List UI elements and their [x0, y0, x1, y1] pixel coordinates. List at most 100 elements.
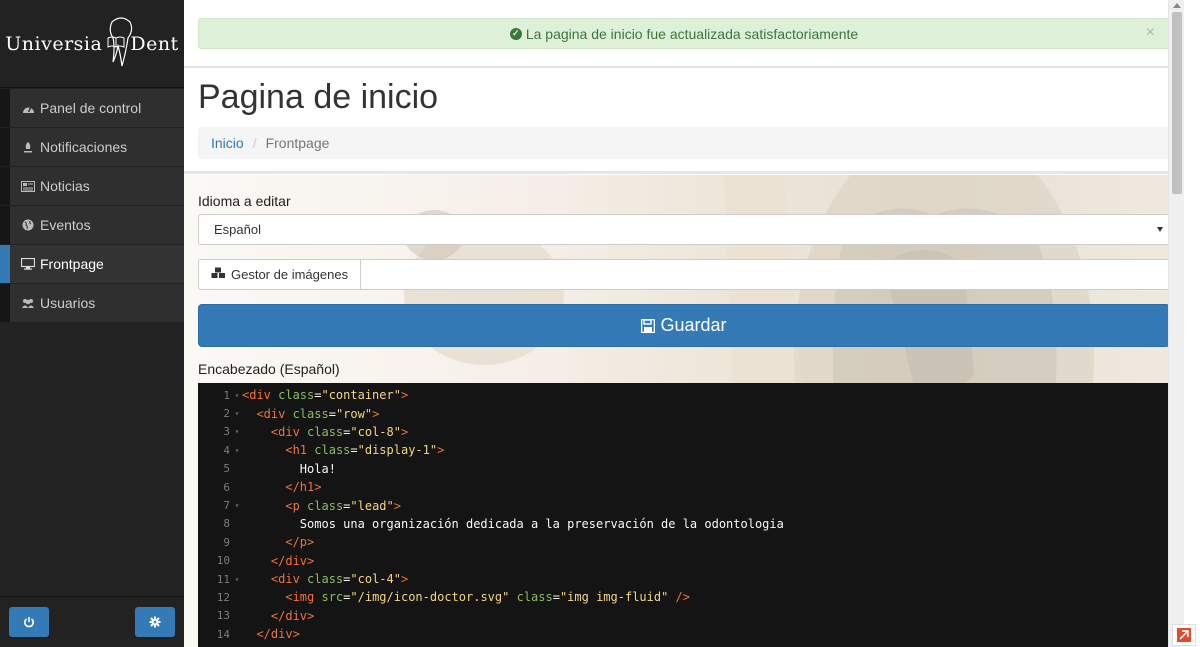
code-line[interactable]: 1 ▾ <div class="container"> — [198, 386, 1170, 404]
code-line[interactable]: 13 </div> — [198, 607, 1170, 625]
success-alert: ✓ La pagina de inicio fue actualizada sa… — [198, 18, 1170, 49]
sidebar-item-label: Noticias — [40, 178, 90, 194]
brand-logo[interactable]: Universia Dent — [0, 0, 184, 88]
fold-arrow-icon[interactable]: ▾ — [232, 575, 242, 584]
sidebar: Universia Dent Panel de control Notifica… — [0, 0, 184, 647]
code-editor[interactable]: 1 ▾ <div class="container"> 2 ▾ <div class="… — [198, 383, 1170, 647]
logo-wordmark: Universia Dent — [5, 33, 178, 55]
code-content: Hola! — [242, 462, 336, 476]
sidebar-item-panel-de-control[interactable]: Panel de control — [0, 89, 184, 127]
breadcrumb-home-link[interactable]: Inicio — [211, 135, 244, 151]
fold-arrow-icon[interactable]: ▾ — [232, 501, 242, 510]
image-manager-button[interactable]: Gestor de imágenes — [198, 259, 362, 290]
code-token: </div> — [270, 553, 315, 568]
code-token: > — [400, 572, 409, 587]
fold-arrow-icon[interactable]: ▾ — [232, 427, 242, 436]
code-line[interactable]: 11 ▾ <div class="col-4"> — [198, 570, 1170, 588]
code-line[interactable]: 7 ▾ <p class="lead"> — [198, 496, 1170, 514]
code-token: Somos una organización dedicada a la pre… — [299, 516, 784, 531]
line-number: 8 — [223, 517, 230, 531]
code-content: <h1 class="display-1"> — [242, 443, 444, 457]
browser-extension-icon[interactable] — [1172, 624, 1196, 646]
breadcrumb-current: Frontpage — [265, 135, 330, 151]
logo-text-right: Dent — [130, 32, 179, 55]
vertical-scrollbar[interactable] — [1168, 0, 1184, 647]
code-line[interactable]: 2 ▾ <div class="row"> — [198, 404, 1170, 422]
code-line[interactable]: 10 </div> — [198, 552, 1170, 570]
code-content: <img src="/img/icon-doctor.svg" class="i… — [242, 590, 690, 604]
code-token: "display-1" — [357, 443, 438, 458]
code-token: </p> — [285, 535, 315, 550]
code-token: <div — [242, 388, 279, 403]
code-line[interactable]: 6 </h1> — [198, 478, 1170, 496]
bell-icon — [20, 141, 36, 154]
code-token: <div — [256, 406, 293, 421]
sidebar-item-usuarios[interactable]: Usuarios — [0, 284, 184, 322]
code-token: = — [350, 443, 358, 458]
code-line[interactable]: 5 Hola! — [198, 460, 1170, 478]
dashboard-icon — [20, 103, 36, 114]
line-number: 10 — [216, 554, 230, 568]
code-token: > — [393, 498, 401, 513]
code-line[interactable]: 4 ▾ <h1 class="display-1"> — [198, 441, 1170, 459]
code-content: <div class="col-4"> — [242, 572, 408, 586]
code-content: </div> — [242, 627, 299, 641]
code-content: </p> — [242, 535, 314, 549]
scrollbar-thumb[interactable] — [1172, 12, 1182, 194]
code-token: Hola! — [299, 461, 336, 476]
cubes-icon — [211, 267, 227, 282]
language-select[interactable]: Español — [198, 214, 1170, 245]
image-manager-label: Gestor de imágenes — [231, 267, 349, 282]
settings-button[interactable] — [135, 607, 175, 637]
fold-arrow-icon[interactable]: ▾ — [232, 409, 242, 418]
code-token: = — [552, 590, 560, 605]
code-token: "container" — [321, 388, 401, 403]
code-token: "row" — [335, 406, 373, 421]
language-select-value: Español — [214, 222, 261, 237]
code-token: > — [372, 406, 380, 421]
logo-text-left: Universia — [5, 32, 103, 55]
code-token: <div — [270, 572, 308, 587]
tooth-icon — [109, 17, 133, 67]
fold-arrow-icon[interactable]: ▾ — [232, 391, 242, 400]
code-token: "col-4" — [350, 572, 401, 587]
code-token: class — [307, 424, 344, 439]
globe-icon — [20, 219, 36, 231]
close-icon[interactable]: × — [1146, 24, 1155, 42]
line-number: 13 — [216, 609, 230, 623]
gear-icon — [149, 616, 161, 628]
line-number: 11 — [216, 572, 230, 586]
line-number: 12 — [216, 590, 230, 604]
code-token: <p — [285, 498, 308, 513]
code-token: class — [516, 590, 553, 605]
code-line[interactable]: 8 Somos una organización dedicada a la p… — [198, 515, 1170, 533]
code-line[interactable]: 14 </div> — [198, 625, 1170, 643]
line-number: 7 — [223, 499, 230, 513]
code-line[interactable]: 12 <img src = "/img/icon-doctor.svg" class… — [198, 588, 1170, 606]
fold-arrow-icon[interactable]: ▾ — [232, 446, 242, 455]
scroll-up-arrow-icon[interactable] — [1173, 3, 1181, 8]
sidebar-item-eventos[interactable]: Eventos — [0, 206, 184, 244]
line-number: 1 — [223, 388, 230, 402]
code-line[interactable]: 9 </p> — [198, 533, 1170, 551]
save-button[interactable]: Guardar — [198, 304, 1170, 347]
line-number: 9 — [223, 535, 230, 549]
check-circle-icon: ✓ — [509, 27, 522, 40]
code-token: <div — [270, 424, 308, 439]
line-number: 4 — [223, 443, 230, 457]
save-label: Guardar — [660, 315, 727, 335]
code-content: </h1> — [242, 480, 321, 494]
sidebar-item-frontpage[interactable]: Frontpage — [0, 245, 184, 283]
sidebar-item-notificaciones[interactable]: Notificaciones — [0, 128, 184, 166]
sidebar-item-noticias[interactable]: Noticias — [0, 167, 184, 205]
image-manager-input[interactable] — [361, 259, 1170, 290]
code-line[interactable]: 3 ▾ <div class="col-8"> — [198, 423, 1170, 441]
logout-button[interactable] — [9, 607, 49, 637]
